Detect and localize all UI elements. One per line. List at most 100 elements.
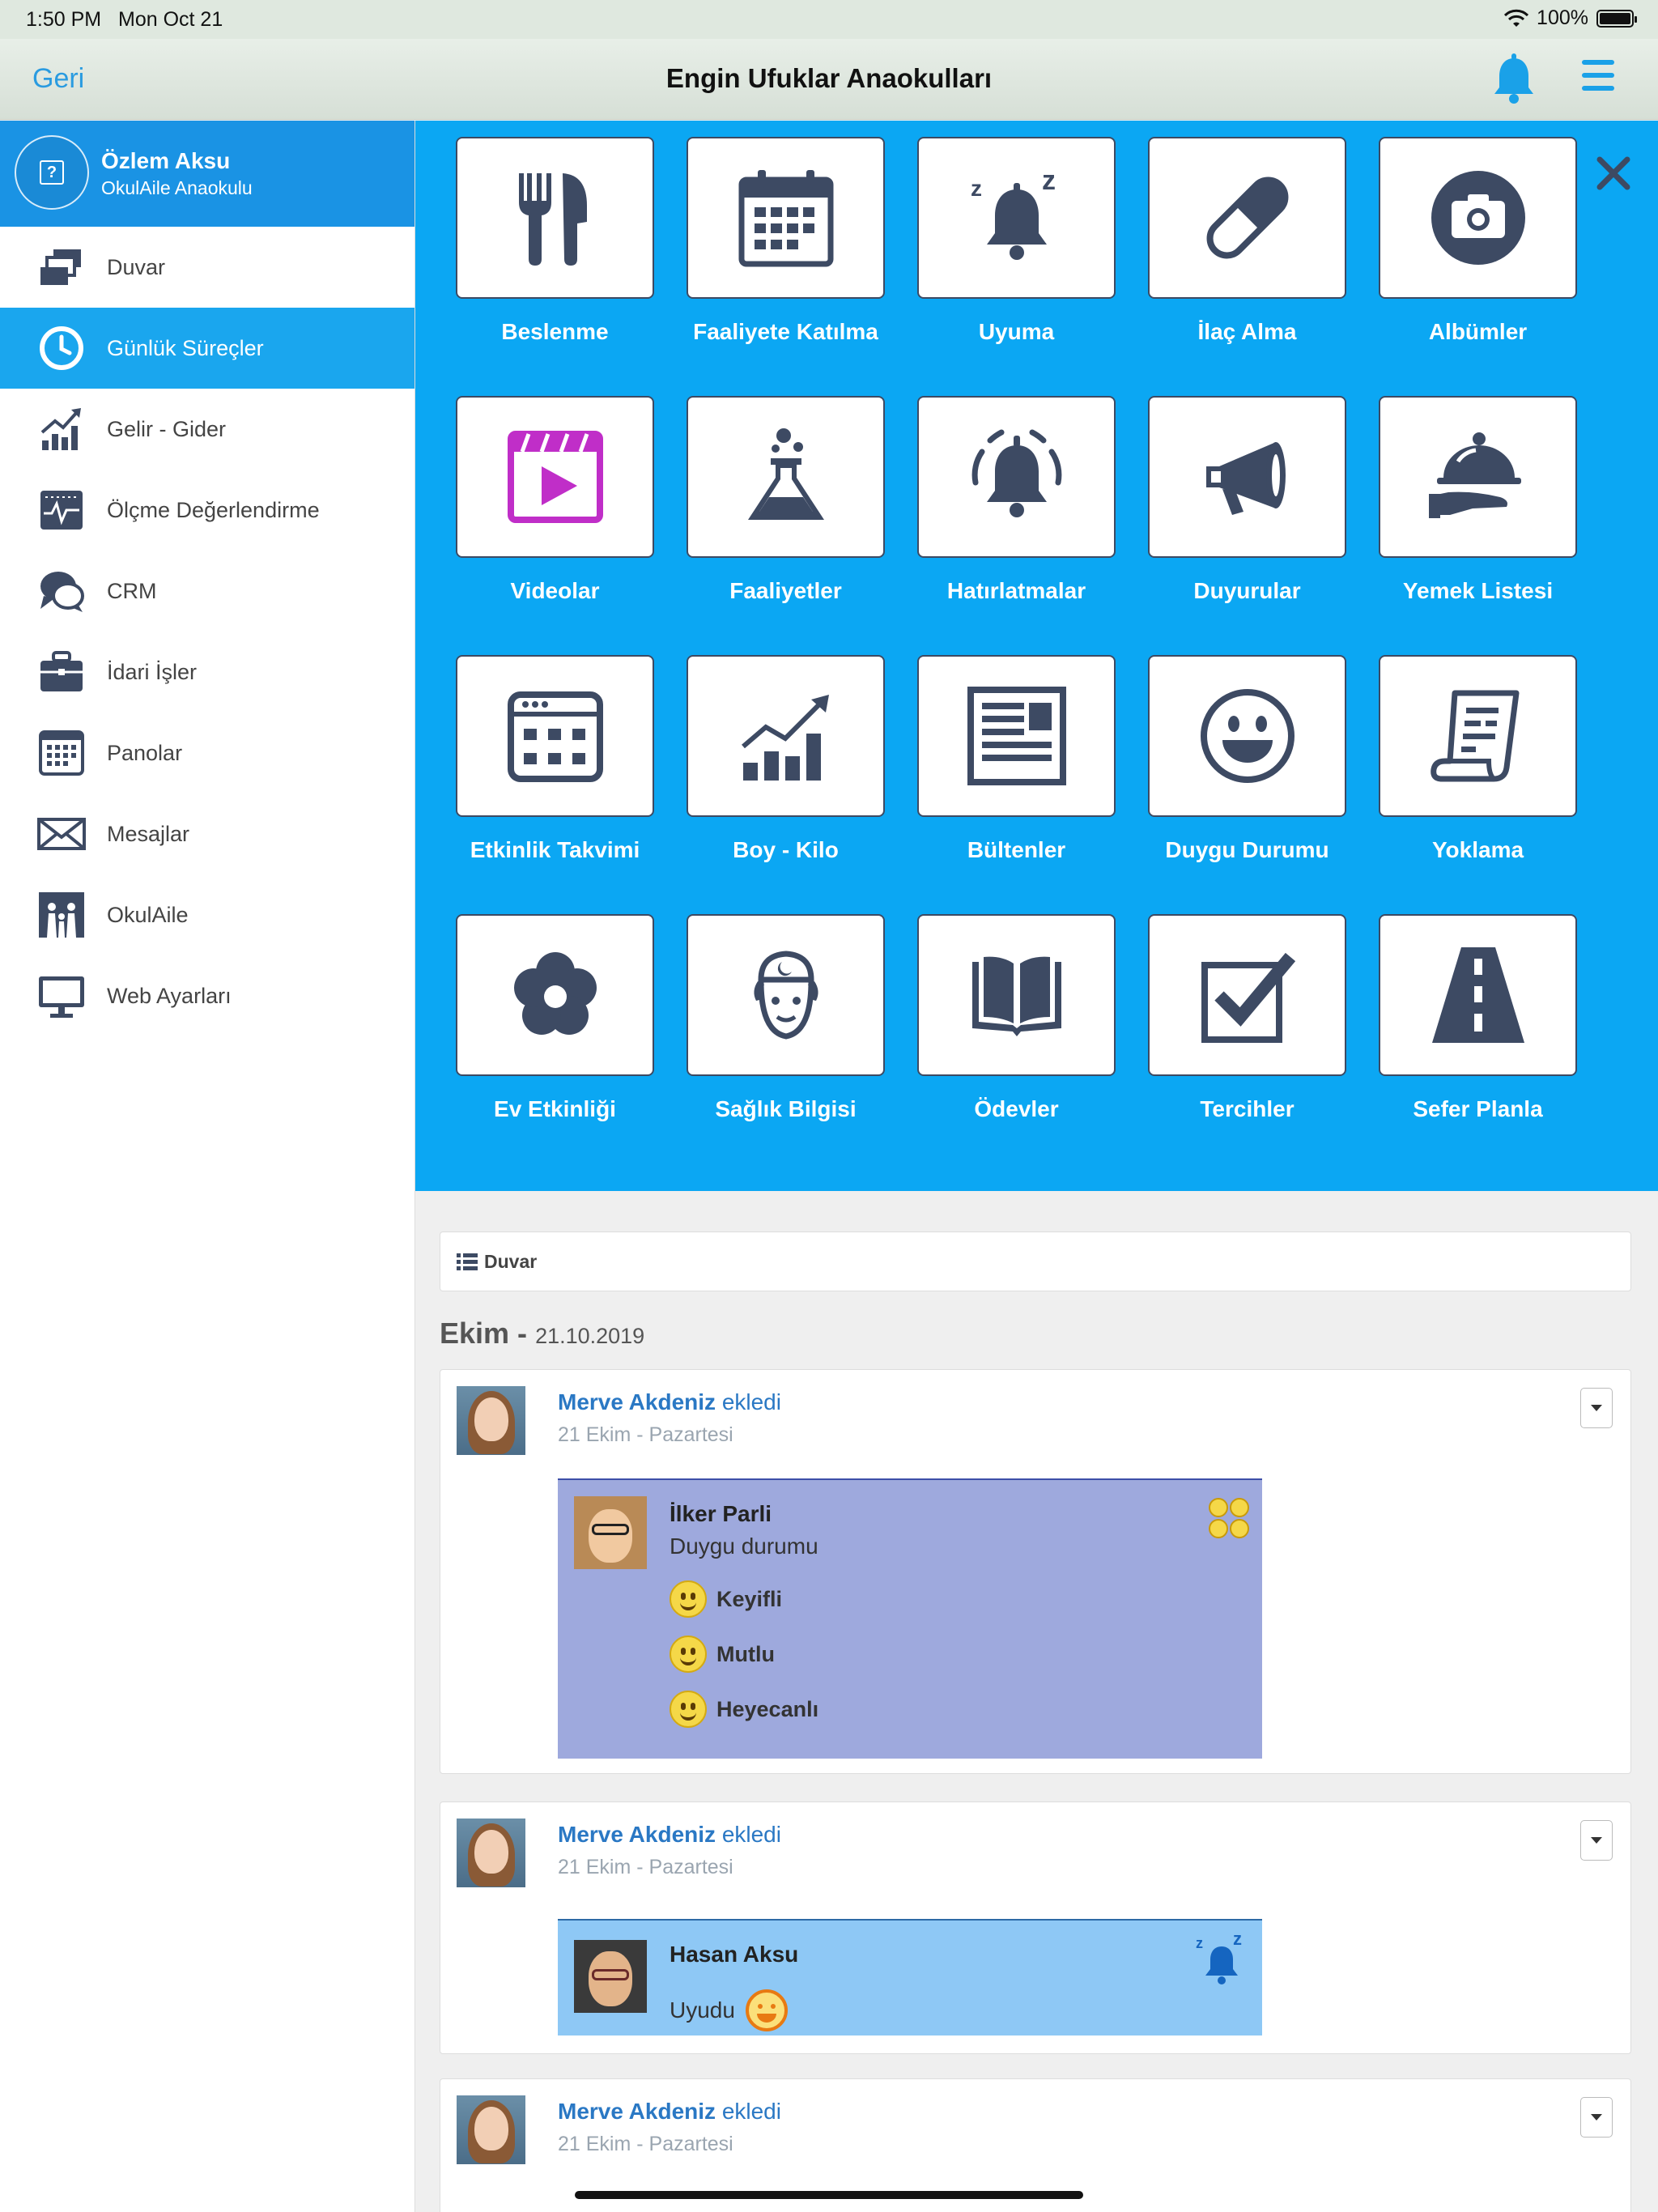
tile-ev-etkinligi[interactable] <box>456 914 654 1076</box>
app-root: 1:50 PM Mon Oct 21 100% Geri Engin Ufukl… <box>0 0 1658 2212</box>
tile-label: Yoklama <box>1431 837 1524 862</box>
post-options-dropdown[interactable] <box>1580 1820 1613 1861</box>
chart-icon <box>36 405 87 453</box>
mood-item: Heyecanlı <box>670 1691 818 1728</box>
tile-label: Albümler <box>1428 319 1528 344</box>
clock-icon <box>36 324 87 372</box>
sidebar-item-duvar[interactable]: Duvar <box>0 227 414 308</box>
mood-label: Keyifli <box>716 1586 783 1611</box>
child-avatar <box>574 1496 647 1569</box>
video-icon <box>507 431 603 523</box>
tile-faaliyete-katilma[interactable] <box>687 137 885 299</box>
profile-name: Özlem Aksu <box>101 148 231 173</box>
chat-icon <box>36 567 87 615</box>
tile-boy-kilo[interactable] <box>687 655 885 817</box>
tile-etkinlik-takvimi[interactable] <box>456 655 654 817</box>
post-date: 21 Ekim - Pazartesi <box>558 1423 733 1446</box>
post-options-dropdown[interactable] <box>1580 2097 1613 2138</box>
page-title: Engin Ufuklar Anaokulları <box>665 63 993 93</box>
sidebar-item-gelir-gider[interactable]: Gelir - Gider <box>0 389 414 470</box>
tile-saglik-bilgisi[interactable] <box>687 914 885 1076</box>
flask-icon <box>747 428 824 520</box>
sidebar-item-panolar[interactable]: Panolar <box>0 713 414 793</box>
status-bar: 1:50 PM Mon Oct 21 100% <box>0 0 1658 39</box>
tile-label: İlaç Alma <box>1197 319 1297 344</box>
svg-text:z: z <box>1042 165 1056 196</box>
sleep-bell-icon: zz <box>971 165 1056 260</box>
tile-yoklama[interactable] <box>1379 655 1577 817</box>
profile-school: OkulAile Anaokulu <box>101 177 253 198</box>
sidebar-item-mesajlar[interactable]: Mesajlar <box>0 793 414 874</box>
briefcase-icon <box>36 648 87 696</box>
home-indicator[interactable] <box>575 2191 1083 2199</box>
month-date: 21.10.2019 <box>535 1324 645 1348</box>
sidebar: ? Özlem Aksu OkulAile Anaokulu Duvar Gün… <box>0 121 415 2212</box>
mood-label: Heyecanlı <box>716 1696 819 1721</box>
hamburger-icon[interactable] <box>1582 60 1614 99</box>
tile-videolar[interactable] <box>456 396 654 558</box>
nurse-icon <box>753 951 818 1040</box>
tile-uyuma[interactable]: zz <box>917 137 1116 299</box>
post-author[interactable]: Merve Akdeniz <box>558 2099 716 2124</box>
sidebar-item-label: Gelir - Gider <box>107 416 227 441</box>
nav-bar: Geri Engin Ufuklar Anaokulları <box>0 39 1658 120</box>
checkbox-icon <box>1201 952 1295 1043</box>
post-date: 21 Ekim - Pazartesi <box>558 1856 733 1878</box>
post-card: Merve Akdeniz ekledi 21 Ekim - Pazartesi… <box>440 1369 1631 1774</box>
board-icon <box>36 729 87 777</box>
list-icon <box>457 1253 478 1270</box>
post-author[interactable]: Merve Akdeniz <box>558 1389 716 1414</box>
tile-yemek-listesi[interactable] <box>1379 396 1577 558</box>
megaphone-icon <box>1205 442 1286 515</box>
wall-feed: Duvar Ekim - 21.10.2019 Merve Akdeniz ek… <box>415 1191 1658 2212</box>
growth-chart-icon <box>741 695 829 781</box>
post-author[interactable]: Merve Akdeniz <box>558 1822 716 1847</box>
tile-beslenme[interactable] <box>456 137 654 299</box>
post-author-line: Merve Akdeniz ekledi <box>558 1822 781 1848</box>
sidebar-item-label: OkulAile <box>107 902 189 927</box>
smile-emoji-icon <box>670 1636 707 1673</box>
sidebar-item-label: Panolar <box>107 740 183 765</box>
tile-label: Ödevler <box>974 1096 1059 1121</box>
question-icon: ? <box>40 160 64 185</box>
tile-bultenler[interactable] <box>917 655 1116 817</box>
sleep-entry: Hasan Aksu Uyudu zz <box>558 1919 1262 2035</box>
tile-duygu-durumu[interactable] <box>1148 655 1346 817</box>
tile-faaliyetler[interactable] <box>687 396 885 558</box>
author-avatar <box>457 1819 525 1887</box>
sidebar-item-olcme-degerlendirme[interactable]: Ölçme Değerlendirme <box>0 470 414 551</box>
cutlery-icon <box>518 173 587 266</box>
wall-section-label: Duvar <box>484 1250 538 1272</box>
sidebar-item-okulaile[interactable]: OkulAile <box>0 874 414 955</box>
tile-ilac-alma[interactable] <box>1148 137 1346 299</box>
tile-label: Duyurular <box>1193 578 1301 603</box>
tile-label: Uyuma <box>978 319 1055 344</box>
post-date: 21 Ekim - Pazartesi <box>558 2133 733 2155</box>
starstruck-emoji-icon <box>670 1691 707 1728</box>
tile-sefer-planla[interactable] <box>1379 914 1577 1076</box>
tile-label: Faaliyetler <box>729 578 842 603</box>
post-options-dropdown[interactable] <box>1580 1388 1613 1428</box>
status-date: Mon Oct 21 <box>118 8 223 31</box>
sidebar-item-web-ayarlari[interactable]: Web Ayarları <box>0 955 414 1036</box>
tile-tercihler[interactable] <box>1148 914 1346 1076</box>
sidebar-item-gunluk-surecler[interactable]: Günlük Süreçler <box>0 308 414 389</box>
tile-albumler[interactable] <box>1379 137 1577 299</box>
child-avatar <box>574 1940 647 2013</box>
wall-section-header: Duvar <box>440 1231 1631 1291</box>
tile-duyurular[interactable] <box>1148 396 1346 558</box>
tile-label: Duygu Durumu <box>1165 837 1329 862</box>
close-icon[interactable] <box>1593 153 1634 194</box>
family-icon <box>36 891 87 939</box>
profile-header[interactable]: ? Özlem Aksu OkulAile Anaokulu <box>0 121 414 227</box>
mood-entry: İlker Parli Duygu durumu Keyifli Mutlu H… <box>558 1478 1262 1759</box>
scroll-icon <box>1430 690 1519 782</box>
sidebar-item-label: Günlük Süreçler <box>107 335 264 360</box>
bell-icon[interactable] <box>1490 53 1538 105</box>
tile-hatirlatmalar[interactable] <box>917 396 1116 558</box>
tile-odevler[interactable] <box>917 914 1116 1076</box>
tile-label: Etkinlik Takvimi <box>470 837 640 862</box>
sidebar-item-crm[interactable]: CRM <box>0 551 414 632</box>
status-right: 100% <box>1504 6 1637 30</box>
sidebar-item-idari-isler[interactable]: İdari İşler <box>0 632 414 713</box>
